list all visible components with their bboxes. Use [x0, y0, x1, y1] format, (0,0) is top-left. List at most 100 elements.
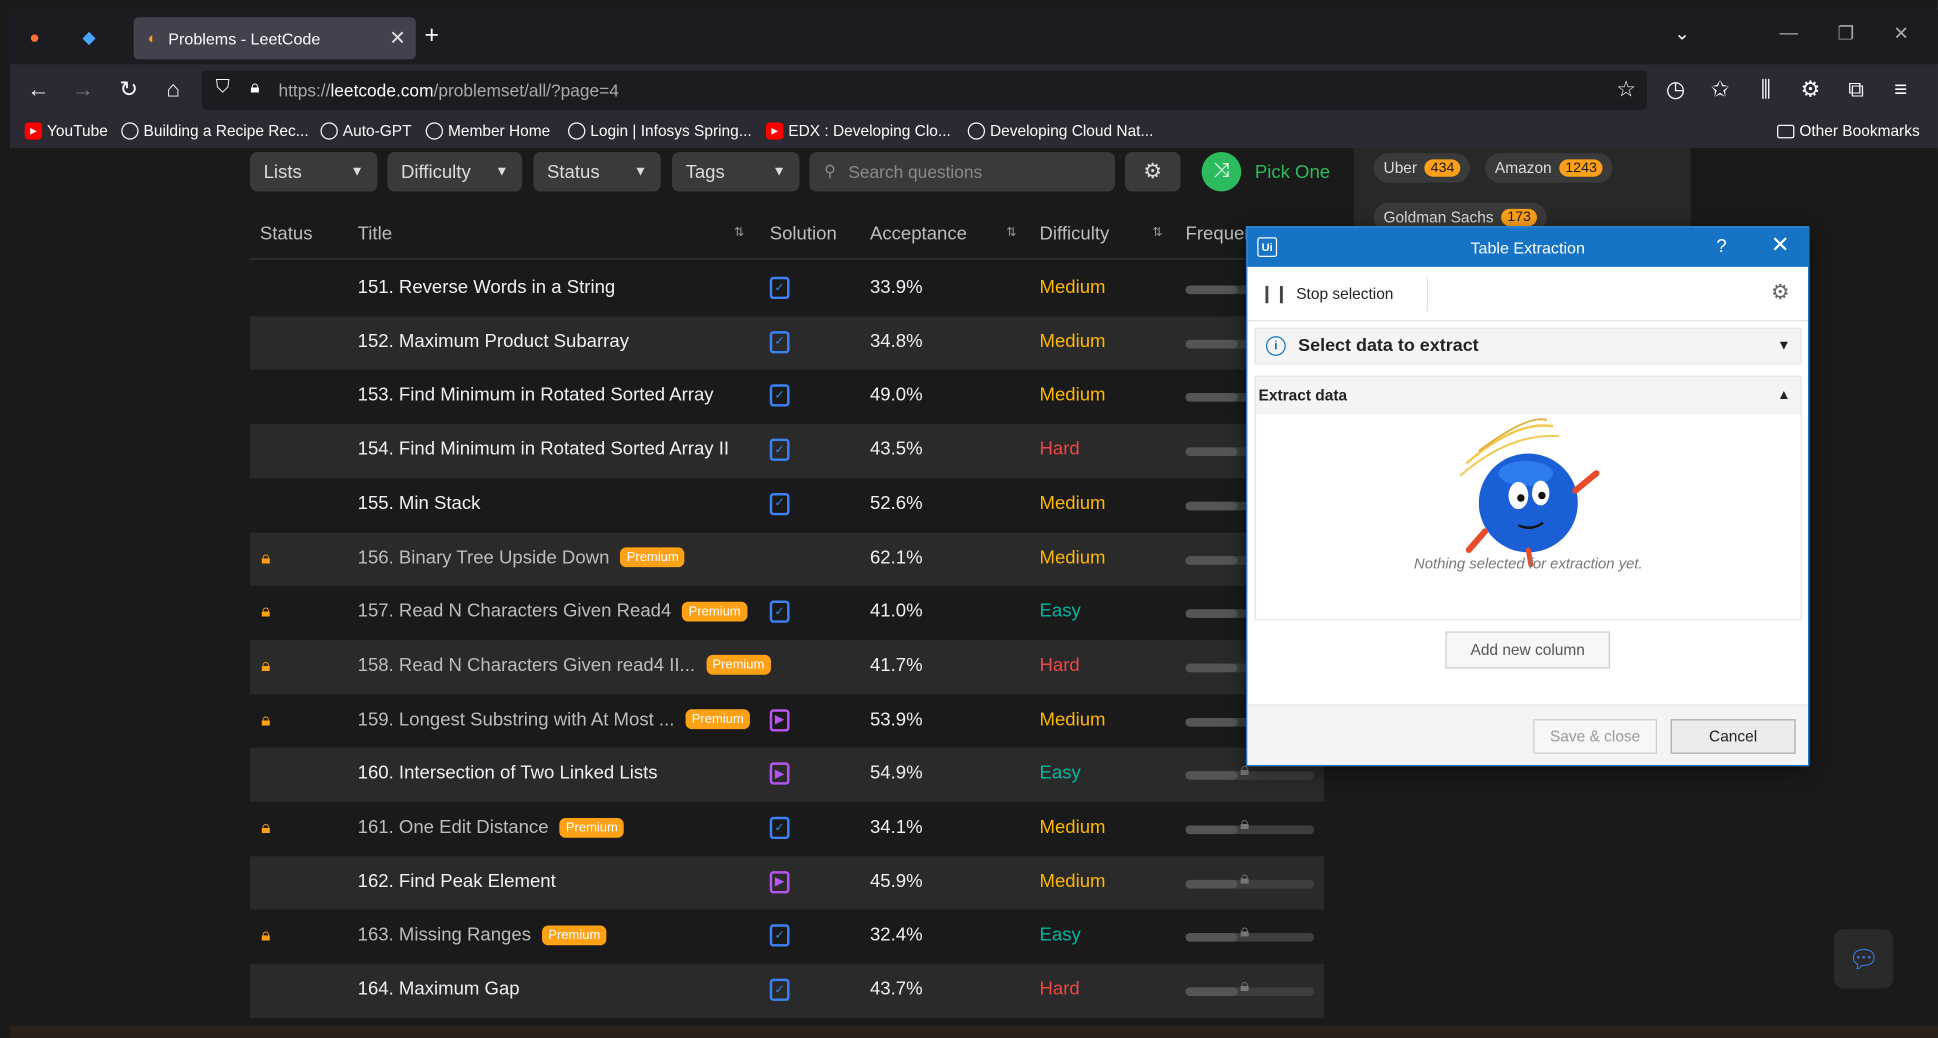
bookmark-item[interactable]: ▶ YouTube: [24, 122, 108, 140]
solution-article-icon[interactable]: ✓: [769, 978, 790, 1002]
library-icon[interactable]: ⫼: [1752, 77, 1779, 103]
solution-article-icon[interactable]: ✓: [769, 600, 790, 624]
table-settings-button[interactable]: ⚙: [1124, 151, 1181, 192]
pocket-icon[interactable]: ✩: [1707, 77, 1734, 103]
tab-close-icon[interactable]: ✕: [389, 26, 406, 51]
solution-article-icon[interactable]: ✓: [769, 924, 790, 948]
lists-filter[interactable]: Lists ▼: [249, 151, 378, 192]
active-tab[interactable]: ◐ Problems - LeetCode ✕: [133, 17, 416, 60]
company-tag[interactable]: Amazon 1243: [1485, 153, 1614, 183]
chat-button[interactable]: 💬︎: [1833, 929, 1894, 989]
minimize-icon[interactable]: —: [1780, 22, 1799, 43]
pick-one-button[interactable]: ⤨ Pick One: [1201, 151, 1330, 192]
solution-article-icon[interactable]: ✓: [769, 492, 790, 516]
bookmark-item[interactable]: Building a Recipe Rec...: [121, 122, 309, 140]
solution-article-icon[interactable]: ✓: [769, 330, 790, 354]
dialog-settings-icon[interactable]: ⚙: [1771, 281, 1790, 306]
address-bar[interactable]: ⛉ 🔒︎ https://leetcode.com/problemset/all…: [201, 70, 1648, 110]
company-tag[interactable]: Uber 434: [1373, 153, 1471, 183]
home-icon[interactable]: ⌂: [160, 77, 187, 103]
problem-title-link[interactable]: 163. Missing Ranges Premium: [358, 925, 607, 946]
bookmark-item[interactable]: Login | Infosys Spring...: [568, 122, 752, 140]
add-new-column-button[interactable]: Add new column: [1445, 631, 1610, 669]
table-row[interactable]: 153. Find Minimum in Rotated Sorted Arra…: [250, 370, 1324, 424]
solution-video-icon[interactable]: ▶: [769, 708, 790, 732]
search-questions-input[interactable]: ⚲ Search questions: [809, 151, 1115, 192]
table-row[interactable]: 155. Min Stack ✓ 52.6% Medium: [250, 478, 1324, 532]
sort-icon[interactable]: ⇅: [1152, 226, 1162, 240]
solution-video-icon[interactable]: ▶: [769, 762, 790, 786]
lock-icon[interactable]: 🔒︎: [241, 77, 268, 98]
firefox-icon[interactable]: ●: [20, 22, 50, 52]
problem-title-link[interactable]: 160. Intersection of Two Linked Lists: [358, 763, 658, 784]
difficulty-filter[interactable]: Difficulty ▼: [387, 151, 523, 192]
extract-data-header[interactable]: Extract data ▲: [1256, 376, 1801, 414]
problem-title-link[interactable]: 156. Binary Tree Upside Down Premium: [358, 547, 685, 568]
problem-title-link[interactable]: 157. Read N Characters Given Read4 Premiu…: [358, 601, 747, 622]
solution-video-icon[interactable]: ▶: [769, 870, 790, 894]
table-row[interactable]: 🔒︎ 159. Longest Substring with At Most ..…: [250, 694, 1324, 748]
solution-article-icon[interactable]: ✓: [769, 438, 790, 462]
table-row[interactable]: 🔒︎ 156. Binary Tree Upside Down Premium 62.…: [249, 531, 1325, 586]
tab-list-chevron-icon[interactable]: ⌄: [1674, 22, 1690, 44]
forward-icon[interactable]: →: [69, 77, 96, 103]
shield-icon[interactable]: ⛉: [209, 77, 236, 98]
table-row[interactable]: 🔒︎ 157. Read N Characters Given Read4 Prem…: [250, 586, 1324, 640]
table-row[interactable]: 🔒︎ 163. Missing Ranges Premium ✓ 32.4% Easy 🔒︎: [250, 910, 1324, 964]
pinned-tab-icon[interactable]: ◆: [74, 22, 104, 52]
help-icon[interactable]: ?: [1716, 236, 1726, 257]
reload-icon[interactable]: ↻: [115, 77, 142, 103]
table-row[interactable]: 151. Reverse Words in a String ✓ 33.9% Medi…: [250, 262, 1324, 316]
table-row[interactable]: 152. Maximum Product Subarray ✓ 34.8% Mediu…: [249, 315, 1325, 370]
stop-selection-button[interactable]: Stop selection: [1296, 285, 1393, 302]
sort-icon[interactable]: ⇅: [734, 226, 744, 240]
table-row[interactable]: 160. Intersection of Two Linked Lists ▶ 54…: [249, 747, 1325, 802]
sort-icon[interactable]: ⇅: [1006, 226, 1016, 240]
cancel-button[interactable]: Cancel: [1670, 719, 1796, 754]
problem-title-link[interactable]: 158. Read N Characters Given read4 II...…: [358, 655, 771, 676]
bookmark-item[interactable]: Auto-GPT: [320, 122, 412, 140]
premium-badge: Premium: [559, 817, 625, 838]
problem-title-link[interactable]: 151. Reverse Words in a String: [358, 277, 616, 298]
select-data-section[interactable]: i Select data to extract ▼: [1254, 327, 1802, 365]
settings-icon[interactable]: ⚙: [1797, 77, 1824, 103]
table-row[interactable]: 164. Maximum Gap ✓ 43.7% Hard 🔒︎: [249, 963, 1325, 1018]
pause-icon[interactable]: ❙❙: [1260, 283, 1289, 304]
title-column-header[interactable]: Title: [358, 224, 392, 245]
extensions-icon[interactable]: ⧉: [1843, 77, 1870, 103]
bookmark-star-icon[interactable]: ☆: [1612, 77, 1639, 103]
table-row[interactable]: 162. Find Peak Element ▶ 45.9% Medium 🔒︎: [249, 855, 1325, 910]
bookmark-item[interactable]: Developing Cloud Nat...: [967, 122, 1153, 140]
chevron-down-icon[interactable]: ▼: [1777, 339, 1790, 354]
problem-title-link[interactable]: 152. Maximum Product Subarray: [358, 331, 629, 352]
new-tab-icon[interactable]: +: [424, 22, 438, 50]
table-row[interactable]: 🔒︎ 158. Read N Characters Given read4 II.…: [249, 639, 1325, 694]
restore-icon[interactable]: ❐: [1838, 22, 1855, 44]
back-icon[interactable]: ←: [25, 77, 52, 103]
problem-title-link[interactable]: 162. Find Peak Element: [358, 871, 556, 892]
table-row[interactable]: 154. Find Minimum in Rotated Sorted Arra…: [249, 423, 1325, 478]
problem-title-link[interactable]: 154. Find Minimum in Rotated Sorted Arra…: [358, 439, 729, 460]
window-close-icon[interactable]: ✕: [1893, 22, 1909, 44]
problem-title-link[interactable]: 153. Find Minimum in Rotated Sorted Arra…: [358, 385, 714, 406]
solution-article-icon[interactable]: ✓: [769, 276, 790, 300]
tags-filter[interactable]: Tags ▼: [671, 151, 800, 192]
problem-title-link[interactable]: 155. Min Stack: [358, 493, 481, 514]
problem-title-link[interactable]: 161. One Edit Distance Premium: [358, 817, 625, 838]
table-row[interactable]: 🔒︎ 161. One Edit Distance Premium ✓ 34.1% Med…: [250, 802, 1324, 856]
dialog-close-icon[interactable]: ✕: [1771, 232, 1790, 258]
menu-icon[interactable]: ≡: [1887, 77, 1914, 103]
acceptance-column-header[interactable]: Acceptance: [870, 224, 967, 245]
history-icon[interactable]: ◷: [1662, 77, 1689, 103]
chevron-up-icon[interactable]: ▲: [1777, 388, 1790, 403]
solution-article-icon[interactable]: ✓: [769, 816, 790, 840]
solution-article-icon[interactable]: ✓: [769, 384, 790, 408]
other-bookmarks[interactable]: Other Bookmarks: [1777, 122, 1920, 140]
problem-title-link[interactable]: 159. Longest Substring with At Most ... P…: [358, 709, 750, 730]
status-filter[interactable]: Status ▼: [533, 151, 661, 192]
bookmark-item[interactable]: Member Home: [425, 122, 550, 140]
save-close-button[interactable]: Save & close: [1533, 719, 1658, 754]
bookmark-item[interactable]: ▶ EDX : Developing Clo...: [766, 122, 951, 140]
problem-title-link[interactable]: 164. Maximum Gap: [358, 979, 520, 1000]
difficulty-column-header[interactable]: Difficulty: [1040, 224, 1110, 245]
